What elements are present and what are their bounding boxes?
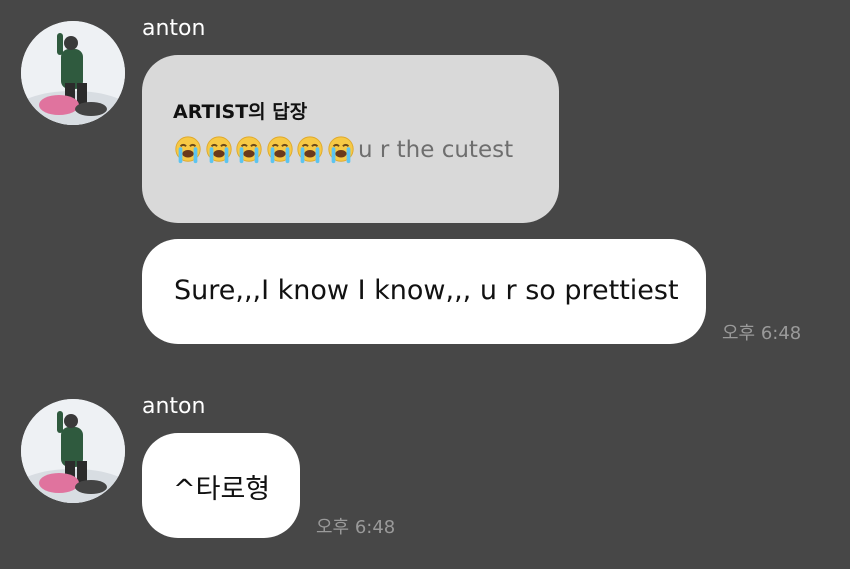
loudly-crying-face-icon: [297, 136, 323, 164]
reply-text: u r the cutest: [358, 137, 514, 163]
loudly-crying-face-icon: [266, 136, 293, 164]
message-time: 오후 6:48: [316, 517, 396, 538]
message-time: 오후 6:48: [722, 323, 802, 344]
message-text: Sure,,,I know I know,,, u r so prettiest: [174, 275, 679, 306]
message-text: ^타로형: [173, 474, 271, 505]
loudly-crying-face-icon: [175, 136, 201, 164]
avatar-photo: [21, 21, 125, 125]
avatar[interactable]: [21, 399, 125, 503]
reply-quote-bubble[interactable]: ARTIST의 답장 u r the cutest: [142, 55, 559, 223]
reply-body: u r the cutest: [173, 135, 513, 165]
loudly-crying-face-icon: [205, 136, 232, 164]
avatar[interactable]: [21, 21, 125, 125]
crying-emoji-row: [173, 135, 356, 165]
loudly-crying-face-icon: [236, 136, 262, 164]
reply-title: ARTIST의 답장: [173, 101, 308, 123]
message-bubble[interactable]: ^타로형: [142, 433, 300, 538]
sender-name: anton: [142, 16, 206, 41]
message-bubble[interactable]: Sure,,,I know I know,,, u r so prettiest: [142, 239, 706, 344]
sender-name: anton: [142, 394, 206, 419]
loudly-crying-face-icon: [327, 136, 354, 164]
avatar-photo: [21, 399, 125, 503]
